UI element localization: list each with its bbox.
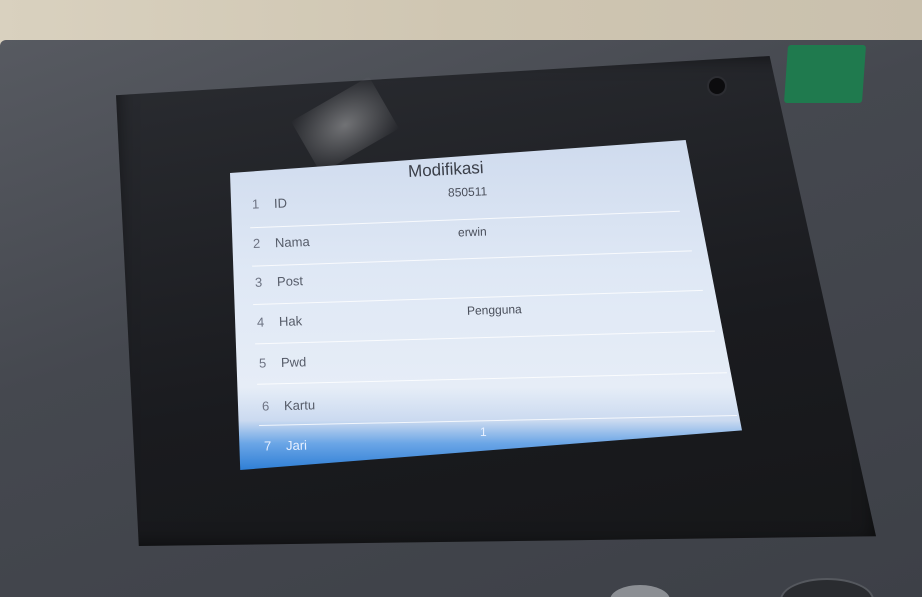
- list-item-post[interactable]: 3 Post: [255, 273, 304, 290]
- list-item-id[interactable]: 1 ID: [252, 195, 288, 211]
- row-number: 1: [251, 196, 260, 212]
- row-number: 5: [258, 355, 267, 371]
- row-label: Post: [276, 273, 304, 290]
- row-label: Nama: [274, 234, 310, 251]
- row-label: Jari: [285, 437, 308, 453]
- list-item-hak[interactable]: 4 Hak: [257, 313, 303, 329]
- list-item-kartu[interactable]: 6 Kartu: [262, 397, 315, 413]
- row-number: 6: [261, 398, 270, 414]
- camera-lens-icon: [707, 76, 727, 96]
- row-number: 3: [254, 274, 263, 290]
- row-number: 2: [252, 235, 261, 251]
- green-sticker: [783, 45, 867, 103]
- row-value-jari: 1: [480, 425, 487, 439]
- row-label: ID: [273, 195, 288, 211]
- row-label: Pwd: [280, 354, 307, 371]
- list-item-nama[interactable]: 2 Nama: [253, 234, 310, 251]
- row-number: 4: [256, 314, 265, 330]
- row-label: Hak: [278, 313, 303, 330]
- page-title: Modifikasi: [407, 158, 485, 181]
- row-number: 7: [263, 438, 272, 454]
- list-item-jari-selected[interactable]: 7 Jari: [264, 438, 307, 454]
- list-item-pwd[interactable]: 5 Pwd: [259, 354, 307, 370]
- photo-scene: Modifikasi 1 ID 850511 2 Nama erwin 3 Post …: [0, 0, 922, 597]
- row-value-hak: Pengguna: [466, 302, 522, 318]
- row-value-id: 850511: [447, 184, 488, 200]
- row-label: Kartu: [283, 397, 316, 414]
- row-value-nama: erwin: [457, 224, 487, 240]
